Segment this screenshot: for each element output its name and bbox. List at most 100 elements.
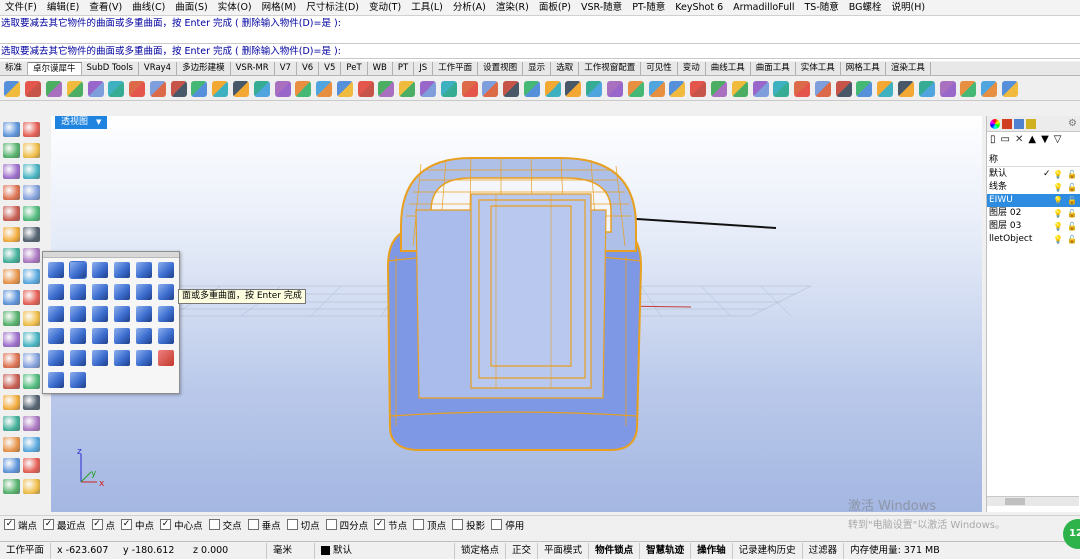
lock-icon[interactable]: 🔓 <box>1067 181 1077 194</box>
left-tool-icon[interactable] <box>23 185 40 200</box>
toolbar-tool-icon[interactable] <box>835 80 852 97</box>
menu-item[interactable]: 变动(T) <box>364 0 406 15</box>
layer-row[interactable]: 线条 💡 🔓 <box>987 181 1080 194</box>
menu-item[interactable]: VSR-随意 <box>576 0 627 15</box>
solid-tool-icon[interactable] <box>48 328 64 344</box>
status-gumball[interactable]: 操作轴 <box>691 542 733 559</box>
left-tool-icon[interactable] <box>3 269 20 284</box>
checkbox-icon[interactable] <box>325 519 337 530</box>
toolbar-tool-icon[interactable] <box>752 80 769 97</box>
osnap-toggle[interactable]: 投影 <box>452 518 485 532</box>
filter-icon[interactable]: ▽ <box>1054 134 1062 145</box>
toolbar-tab[interactable]: V6 <box>297 62 320 75</box>
toolbar-tool-icon[interactable] <box>939 80 956 97</box>
status-filter[interactable]: 过滤器 <box>803 542 845 559</box>
toolbar-tab[interactable]: 曲面工具 <box>751 62 796 75</box>
toolbar-tab[interactable]: 标准 <box>0 62 29 75</box>
toolbar-tool-icon[interactable] <box>440 80 457 97</box>
layer-row[interactable]: 图层 03 💡 🔓 <box>987 220 1080 233</box>
left-tool-icon[interactable] <box>3 227 20 242</box>
left-tool-icon[interactable] <box>23 122 40 137</box>
current-layer-check-icon[interactable]: ✓ <box>1043 168 1051 181</box>
new-sublayer-icon[interactable]: ▭ <box>1001 134 1010 145</box>
solid-tool-icon[interactable] <box>158 350 174 366</box>
solid-tool-icon[interactable] <box>92 306 108 322</box>
toolbar-tool-icon[interactable] <box>523 80 540 97</box>
left-tool-icon[interactable] <box>23 269 40 284</box>
left-tool-icon[interactable] <box>23 332 40 347</box>
toolbar-tab[interactable]: WB <box>368 62 393 75</box>
toolbar-tab[interactable]: 实体工具 <box>796 62 841 75</box>
toolbar-tool-icon[interactable] <box>897 80 914 97</box>
folder-icon[interactable] <box>1026 118 1036 129</box>
osnap-toggle[interactable]: 停用 <box>491 518 524 532</box>
left-tool-icon[interactable] <box>3 353 20 368</box>
layer-row[interactable]: 默认 ✓ 💡 🔓 <box>987 168 1080 181</box>
checkbox-icon[interactable] <box>491 519 503 530</box>
flyout-grip[interactable] <box>43 252 179 258</box>
toolbar-tool-icon[interactable] <box>773 80 790 97</box>
status-layer[interactable]: 默认 <box>315 542 456 559</box>
solid-tool-icon[interactable] <box>158 306 174 322</box>
toolbar-tool-icon[interactable] <box>274 80 291 97</box>
toolbar-tab[interactable]: 可见性 <box>641 62 678 75</box>
command-prompt[interactable]: 选取要减去其它物件的曲面或多重曲面，按 Enter 完成 ( 删除输入物件(D)… <box>0 43 1080 59</box>
toolbar-tab[interactable]: 网格工具 <box>841 62 886 75</box>
color-wheel-icon[interactable] <box>990 118 1000 129</box>
solid-tool-icon[interactable] <box>136 328 152 344</box>
solid-tool-icon[interactable] <box>92 262 108 278</box>
menu-item[interactable]: 渲染(R) <box>491 0 534 15</box>
toolbar-tool-icon[interactable] <box>503 80 520 97</box>
left-tool-icon[interactable] <box>3 248 20 263</box>
left-tool-icon[interactable] <box>3 332 20 347</box>
solid-tool-icon[interactable] <box>69 261 87 279</box>
checkbox-icon[interactable] <box>286 519 298 530</box>
left-tool-icon[interactable] <box>3 143 20 158</box>
toolbar-tool-icon[interactable] <box>149 80 166 97</box>
layer-row[interactable]: lletObject 💡 🔓 <box>987 233 1080 246</box>
status-smarttrack[interactable]: 智慧轨迹 <box>640 542 692 559</box>
toolbar-tool-icon[interactable] <box>336 80 353 97</box>
solid-tool-icon[interactable] <box>92 350 108 366</box>
left-tool-icon[interactable] <box>3 290 20 305</box>
toolbar-tool-icon[interactable] <box>212 80 229 97</box>
left-tool-icon[interactable] <box>23 416 40 431</box>
solid-tool-icon[interactable] <box>92 328 108 344</box>
solid-tool-icon[interactable] <box>48 306 64 322</box>
solid-tool-icon[interactable] <box>48 350 64 366</box>
osnap-toggle[interactable]: ✓ 最近点 <box>43 518 86 532</box>
lock-icon[interactable]: 🔓 <box>1067 220 1077 233</box>
toolbar-tab[interactable]: 卓尔谟犀牛 <box>28 62 82 75</box>
toolbar-tool-icon[interactable] <box>461 80 478 97</box>
left-tool-icon[interactable] <box>3 374 20 389</box>
settings-icon[interactable]: ⚙ <box>1068 118 1077 129</box>
osnap-toggle[interactable]: 交点 <box>208 518 242 532</box>
left-tool-icon[interactable] <box>23 227 40 242</box>
scroll-thumb[interactable] <box>1005 498 1025 505</box>
toolbar-tool-icon[interactable] <box>129 80 146 97</box>
toolbar-tool-icon[interactable] <box>731 80 748 97</box>
toolbar-tool-icon[interactable] <box>253 80 270 97</box>
toolbar-tab[interactable]: VRay4 <box>139 62 178 75</box>
menu-item[interactable]: 尺寸标注(D) <box>301 0 364 15</box>
toolbar-tab[interactable]: V5 <box>319 62 342 75</box>
toolbar-tool-icon[interactable] <box>960 80 977 97</box>
left-tool-icon[interactable] <box>23 248 40 263</box>
left-tool-icon[interactable] <box>23 143 40 158</box>
toolbar-tool-icon[interactable] <box>877 80 894 97</box>
toolbar-tool-icon[interactable] <box>295 80 312 97</box>
toolbar-tool-icon[interactable] <box>191 80 208 97</box>
menu-item[interactable]: KeyShot 6 <box>670 0 728 15</box>
left-tool-icon[interactable] <box>3 395 20 410</box>
visibility-bulb-icon[interactable]: 💡 <box>1053 181 1063 194</box>
panel-scrollbar[interactable] <box>987 496 1079 506</box>
toolbar-tool-icon[interactable] <box>25 80 42 97</box>
checkbox-icon[interactable] <box>413 519 425 530</box>
toolbar-tool-icon[interactable] <box>544 80 561 97</box>
status-osnap[interactable]: 物件锁点 <box>589 542 641 559</box>
toolbar-tool-icon[interactable] <box>586 80 603 97</box>
toolbar-tab[interactable]: 变动 <box>678 62 706 75</box>
osnap-toggle[interactable]: ✓ 中点 <box>121 518 154 532</box>
layer-row[interactable]: 图层 02 💡 🔓 <box>987 207 1080 220</box>
toolbar-tool-icon[interactable] <box>66 80 83 97</box>
